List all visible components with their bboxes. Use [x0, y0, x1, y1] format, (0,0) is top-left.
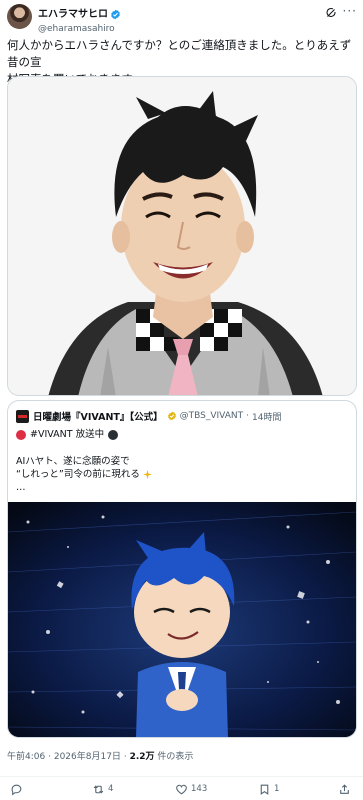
quoted-time: 14時間	[252, 412, 282, 423]
bookmark-count: 1	[274, 784, 280, 794]
bookmark-button[interactable]: 1	[258, 782, 279, 796]
quoted-text-line2: AIハヤト、遂に念願の姿で	[16, 456, 130, 467]
bookmark-icon	[260, 784, 269, 795]
verified-badge-icon	[111, 9, 120, 20]
tweet-photo[interactable]	[7, 76, 357, 396]
tweet-text-line1: 何人かからエハラさんですか？とのご連絡頂きました。とりあえず昔の宣	[7, 38, 352, 69]
author-avatar[interactable]	[7, 4, 32, 29]
author-handle[interactable]: @eharamasahiro	[38, 23, 121, 35]
quoted-text-line1: #VIVANT 放送中	[16, 428, 119, 441]
author-names: エハラマサヒロ @eharamasahiro	[38, 4, 121, 35]
meta-separator-1: ·	[48, 752, 51, 762]
like-count: 143	[191, 784, 208, 794]
meta-separator-2: ·	[123, 752, 127, 762]
tweet-meta: 午前4:06 · 2026年8月17日 · 2.2万 件の表示	[7, 749, 193, 762]
quoted-text-line3: “しれっと”司令の前に現れる	[16, 468, 153, 481]
black-circle-icon	[108, 429, 119, 440]
retweet-icon	[93, 784, 104, 794]
author-display-name[interactable]: エハラマサヒロ	[38, 8, 108, 21]
quoted-image[interactable]	[8, 502, 356, 737]
tweet-header: エハラマサヒロ @eharamasahiro ···	[7, 4, 357, 34]
heart-icon	[176, 784, 187, 794]
view-label: 件の表示	[157, 752, 194, 762]
quoted-hashtag-text: #VIVANT 放送中	[30, 429, 105, 440]
portrait-illustration	[8, 77, 356, 395]
tweet-time[interactable]: 午前4:06	[7, 752, 45, 762]
share-icon	[340, 783, 349, 794]
view-count: 2.2万	[129, 752, 155, 762]
anime-character-illustration	[8, 502, 356, 737]
share-button[interactable]	[338, 782, 354, 796]
quoted-avatar	[16, 409, 29, 423]
reply-button[interactable]	[10, 782, 26, 796]
quoted-tweet[interactable]: 日曜劇場『VIVANT』【公式】 @TBS_VIVANT · 14時間 #VIV…	[7, 400, 357, 738]
action-bar: 4 143 1	[0, 776, 363, 798]
quoted-separator: ·	[246, 411, 250, 421]
gold-verified-icon	[167, 411, 176, 421]
quoted-header: 日曜劇場『VIVANT』【公式】 @TBS_VIVANT · 14時間	[16, 409, 281, 423]
quoted-handle: @TBS_VIVANT	[179, 411, 244, 421]
reply-icon	[11, 784, 22, 795]
quoted-display-name: 日曜劇場『VIVANT』【公式】	[33, 412, 163, 423]
more-options-icon[interactable]: ···	[343, 5, 357, 17]
red-circle-icon	[16, 429, 26, 440]
retweet-button[interactable]: 4	[92, 782, 113, 796]
sparkle-icon	[142, 469, 152, 480]
tweet-date[interactable]: 2026年8月17日	[54, 752, 121, 762]
quoted-ellipsis: …	[16, 482, 26, 493]
retweet-count: 4	[108, 784, 114, 794]
quoted-text-line3-text: “しれっと”司令の前に現れる	[16, 469, 140, 480]
like-button[interactable]: 143	[175, 782, 207, 796]
grok-icon[interactable]	[325, 7, 337, 19]
